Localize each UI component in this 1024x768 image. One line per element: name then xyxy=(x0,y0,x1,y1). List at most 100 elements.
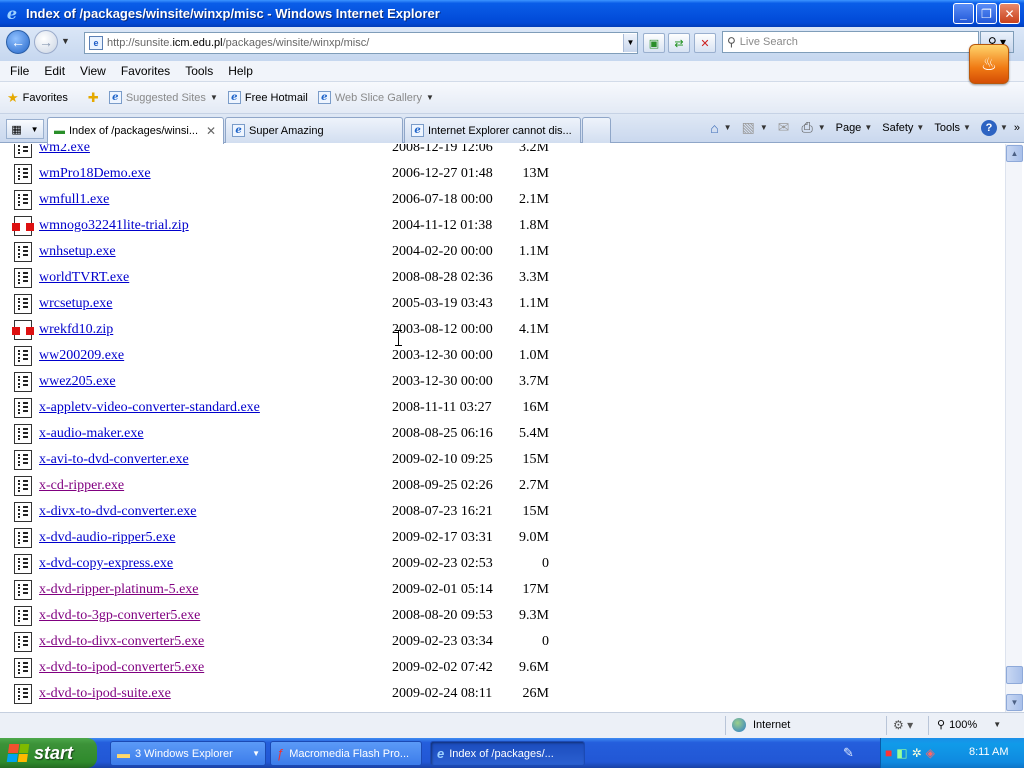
quick-tabs-icon: ▦ xyxy=(11,123,22,136)
menu-file[interactable]: File xyxy=(10,64,29,78)
page-menu-button[interactable]: Page ▼ xyxy=(836,122,873,134)
chevron-down-icon: ▼ xyxy=(993,720,1002,729)
recent-pages-dropdown[interactable]: ▼ xyxy=(61,36,70,46)
protected-mode-icon[interactable]: ⚙ ▾ xyxy=(893,718,913,732)
file-link[interactable]: wnhsetup.exe xyxy=(39,244,116,260)
favorites-item-suggested-sites[interactable]: e Suggested Sites ▼ xyxy=(108,91,218,104)
zoom-icon: ⚲ xyxy=(937,719,946,731)
refresh-button[interactable]: ⇄ xyxy=(668,33,690,53)
file-size: 17M xyxy=(522,582,549,597)
file-link[interactable]: x-dvd-to-3gp-converter5.exe xyxy=(39,608,200,624)
file-size: 2.1M xyxy=(519,192,549,207)
file-link[interactable]: x-avi-to-dvd-converter.exe xyxy=(39,452,189,468)
back-button[interactable]: ← xyxy=(6,30,30,54)
file-modified-date: 2004-11-12 01:38 xyxy=(392,218,493,233)
tab-ie-cannot-display[interactable]: e Internet Explorer cannot dis... xyxy=(404,117,581,143)
file-link[interactable]: wmfull1.exe xyxy=(39,192,109,208)
file-link[interactable]: ww200209.exe xyxy=(39,348,124,364)
favorites-button[interactable]: ★ Favorites xyxy=(7,90,68,106)
clock[interactable]: 8:11 AM xyxy=(969,746,1009,758)
file-link[interactable]: x-dvd-to-ipod-suite.exe xyxy=(39,686,171,702)
new-tab-button[interactable] xyxy=(582,117,611,143)
start-button[interactable]: start xyxy=(0,738,97,768)
file-link[interactable]: x-dvd-copy-express.exe xyxy=(39,556,173,572)
feeds-button[interactable]: ▧ ▼ xyxy=(742,119,768,136)
title-bar[interactable]: e Index of /packages/winsite/winxp/misc … xyxy=(0,0,1024,27)
security-shield-icon[interactable]: ◈ xyxy=(926,746,935,760)
file-link[interactable]: worldTVRT.exe xyxy=(39,270,129,286)
toolbar-addon-icon[interactable]: ♨ xyxy=(969,44,1009,84)
scroll-down-button[interactable]: ▼ xyxy=(1006,694,1023,711)
zoom-control[interactable]: ⚲ 100% ▼ xyxy=(937,718,1002,732)
safety-menu-button[interactable]: Safety ▼ xyxy=(882,122,924,134)
file-link[interactable]: wrcsetup.exe xyxy=(39,296,112,312)
tab-index-of-packages[interactable]: ▬ Index of /packages/winsi... ✕ xyxy=(47,117,224,144)
file-link[interactable]: wm2.exe xyxy=(39,144,90,156)
tray-app-icon[interactable]: ■ xyxy=(885,746,892,760)
file-row: wwez205.exe 2003-12-30 00:00 3.7M xyxy=(14,370,574,394)
address-url[interactable]: http://sunsite.icm.edu.pl/packages/winsi… xyxy=(107,37,369,49)
file-link[interactable]: x-dvd-to-ipod-converter5.exe xyxy=(39,660,204,676)
search-box[interactable]: ⚲ Live Search xyxy=(722,31,979,53)
favorites-item-free-hotmail[interactable]: e Free Hotmail xyxy=(227,91,308,104)
home-button[interactable]: ⌂ ▼ xyxy=(710,120,731,136)
scroll-up-button[interactable]: ▲ xyxy=(1006,145,1023,162)
compatibility-view-button[interactable]: ▣ xyxy=(643,33,665,53)
file-row: wmfull1.exe 2006-07-18 00:00 2.1M xyxy=(14,188,574,212)
file-size: 4.1M xyxy=(519,322,549,337)
close-tab-icon[interactable]: ✕ xyxy=(206,124,216,138)
globe-icon xyxy=(732,718,746,732)
favorites-item-web-slice-gallery[interactable]: e Web Slice Gallery ▼ xyxy=(317,91,434,104)
security-zone[interactable]: Internet xyxy=(732,718,790,732)
file-row: x-cd-ripper.exe 2008-09-25 02:26 2.7M xyxy=(14,474,574,498)
vertical-scrollbar[interactable]: ▲ ▼ xyxy=(1005,144,1023,712)
file-link[interactable]: x-appletv-video-converter-standard.exe xyxy=(39,400,260,416)
file-link[interactable]: wmnogo32241lite-trial.zip xyxy=(39,218,189,234)
status-bar: Internet ⚙ ▾ ⚲ 100% ▼ xyxy=(0,712,1024,738)
chevron-down-icon: ▼ xyxy=(963,123,971,132)
tools-menu-button[interactable]: Tools ▼ xyxy=(934,122,971,134)
file-link[interactable]: x-divx-to-dvd-converter.exe xyxy=(39,504,196,520)
tray-settings-icon[interactable]: ✲ xyxy=(912,746,922,760)
address-bar[interactable]: e http://sunsite.icm.edu.pl/packages/win… xyxy=(84,32,638,54)
menu-favorites[interactable]: Favorites xyxy=(121,64,170,78)
minimize-button[interactable]: _ xyxy=(953,3,974,24)
menu-edit[interactable]: Edit xyxy=(44,64,65,78)
menu-tools[interactable]: Tools xyxy=(185,64,213,78)
file-link[interactable]: x-dvd-to-divx-converter5.exe xyxy=(39,634,204,650)
print-button[interactable]: ⎙ ▼ xyxy=(801,119,825,136)
taskbar-button-internet-explorer[interactable]: e Index of /packages/... xyxy=(430,741,585,766)
add-to-favorites-bar-button[interactable]: ✚ xyxy=(88,90,103,106)
file-link[interactable]: wmPro18Demo.exe xyxy=(39,166,151,182)
close-button[interactable]: ✕ xyxy=(999,3,1020,24)
ie-page-icon: e xyxy=(317,91,331,104)
restore-button[interactable]: ❐ xyxy=(976,3,997,24)
file-link[interactable]: x-dvd-audio-ripper5.exe xyxy=(39,530,175,546)
help-button[interactable]: ? ▼ xyxy=(980,119,1008,136)
taskbar-button-flash[interactable]: ƒ Macromedia Flash Pro... xyxy=(270,741,422,766)
address-dropdown-button[interactable]: ▼ xyxy=(623,34,637,52)
menu-help[interactable]: Help xyxy=(228,64,253,78)
file-link[interactable]: x-dvd-ripper-platinum-5.exe xyxy=(39,582,199,598)
more-commands-button[interactable]: » xyxy=(1014,122,1020,134)
file-modified-date: 2009-02-23 02:53 xyxy=(392,556,493,571)
eyedropper-icon[interactable]: ✎ xyxy=(843,745,854,761)
scroll-thumb[interactable] xyxy=(1006,666,1023,684)
file-size: 1.8M xyxy=(519,218,549,233)
file-link[interactable]: wwez205.exe xyxy=(39,374,116,390)
stop-button[interactable]: ✕ xyxy=(694,33,716,53)
forward-button[interactable]: → xyxy=(34,30,58,54)
taskbar-button-windows-explorer[interactable]: ▬ 3 Windows Explorer ▼ xyxy=(110,741,266,766)
binary-file-icon xyxy=(14,242,32,262)
menu-view[interactable]: View xyxy=(80,64,106,78)
directory-listing: wm2.exe 2008-12-19 12:06 3.2M wmPro18Demo.e… xyxy=(0,144,1005,712)
file-link[interactable]: x-audio-maker.exe xyxy=(39,426,144,442)
tab-super-amazing[interactable]: e Super Amazing xyxy=(225,117,403,143)
network-icon[interactable]: ◧ xyxy=(896,746,907,760)
file-row: wmnogo32241lite-trial.zip 2004-11-12 01:3… xyxy=(12,214,574,238)
read-mail-button[interactable]: ✉ xyxy=(778,119,792,136)
file-link[interactable]: x-cd-ripper.exe xyxy=(39,478,124,494)
file-size: 9.3M xyxy=(519,608,549,623)
file-link[interactable]: wrekfd10.zip xyxy=(39,322,113,338)
quick-tabs-button[interactable]: ▦ ▼ xyxy=(6,119,44,139)
